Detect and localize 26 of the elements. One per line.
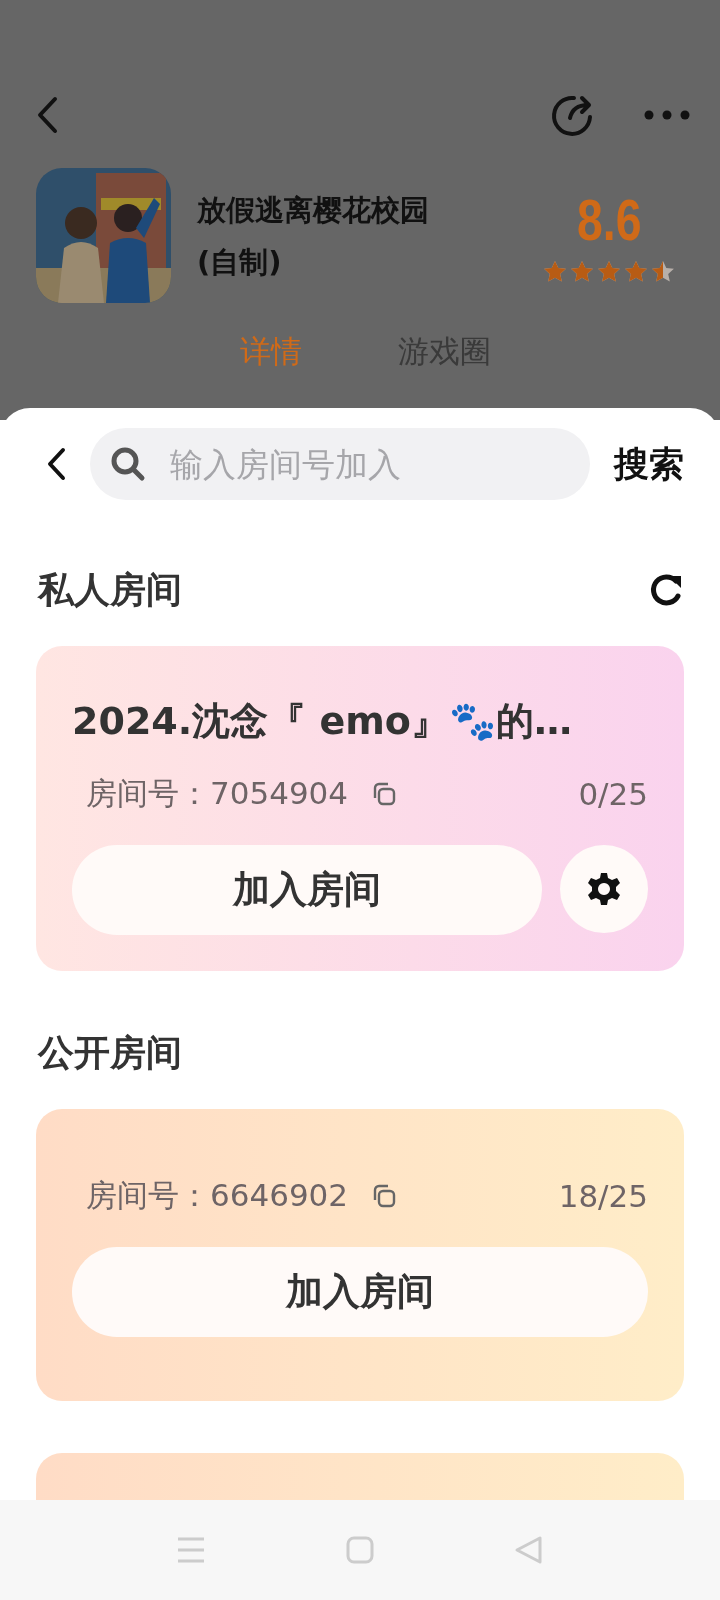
room-number: 房间号：7054904 [86,774,349,813]
occupancy-count: 0/25 [578,776,648,812]
search-icon [110,446,146,482]
game-title: 放假逃离樱花校园 [197,191,429,229]
occupancy-count: 18/25 [558,1178,648,1214]
rating-score: 8.6 [576,188,642,252]
star-icon [543,260,567,283]
copy-icon[interactable] [372,782,397,806]
game-title: (自制) [197,243,282,281]
refresh-icon[interactable] [650,572,684,608]
star-icon [624,260,648,283]
copy-icon[interactable] [372,1184,397,1208]
star-icon [570,260,594,283]
section-title: 私人房间 [38,567,182,612]
join-room-button[interactable]: 加入房间 [72,1247,648,1337]
room-number: 房间号：6646902 [86,1176,349,1215]
search-button[interactable]: 搜索 [614,440,684,488]
section-title: 公开房间 [38,1030,182,1075]
join-room-button[interactable]: 加入房间 [72,845,542,935]
star-icon [597,260,621,283]
star-icon [651,260,675,283]
room-title: 2024.沈念『 emo』🐾的… [72,698,572,745]
settings-icon [586,871,622,907]
more-icon[interactable] [644,110,690,120]
back-icon[interactable] [46,447,66,481]
search-field[interactable]: 输入房间号加入 [90,428,590,500]
